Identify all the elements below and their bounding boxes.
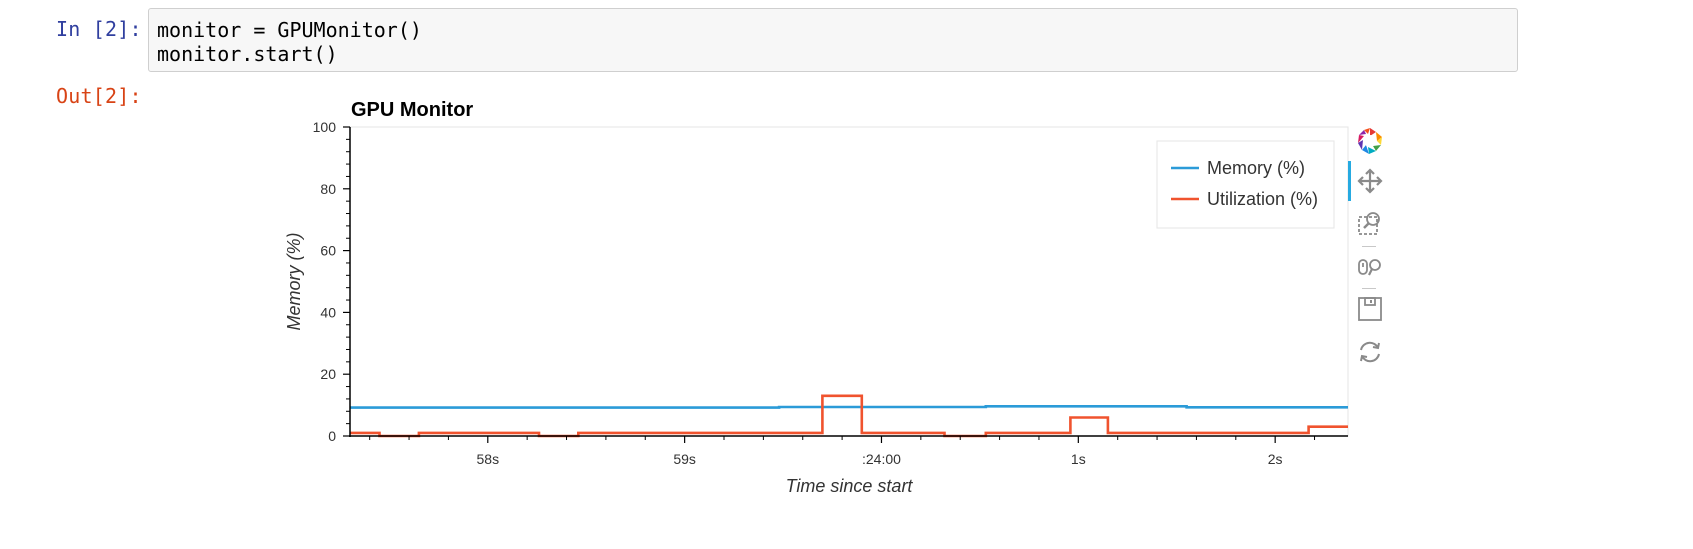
series-line-0: [350, 404, 1348, 409]
y-tick-label: 100: [313, 119, 337, 135]
pan-icon[interactable]: [1352, 164, 1388, 198]
x-tick-label: :24:00: [862, 451, 901, 467]
plot-toolbar: [1348, 124, 1390, 374]
box-zoom-icon[interactable]: [1352, 206, 1388, 240]
legend: Memory (%) Utilization (%): [1156, 140, 1335, 229]
series-line-1: [350, 394, 1348, 438]
wheel-zoom-icon[interactable]: [1352, 250, 1388, 284]
legend-entry-label: Utilization (%): [1207, 189, 1318, 209]
y-tick-label: 0: [328, 428, 336, 444]
x-tick-label: 1s: [1071, 451, 1086, 467]
y-tick-label: 80: [320, 181, 336, 197]
y-axis-label: Memory (%): [284, 233, 304, 331]
legend-entry-label: Memory (%): [1207, 158, 1305, 178]
chart-title: GPU Monitor: [351, 99, 473, 121]
series-layer: [350, 394, 1348, 438]
bokeh-logo-icon[interactable]: [1352, 124, 1388, 158]
gpu-monitor-chart[interactable]: GPU Monitor 0 20 40 60 80 100 58s 59s :24:00 1s 2s…: [0, 0, 1693, 549]
legend-box: [1156, 140, 1335, 229]
y-tick-label: 60: [320, 243, 336, 259]
y-tick-label: 40: [320, 304, 336, 320]
active-tool-indicator: [1348, 161, 1351, 201]
x-tick-label: 59s: [673, 451, 696, 467]
x-axis-label: Time since start: [786, 476, 914, 496]
y-tick-label: 20: [320, 366, 336, 382]
save-icon[interactable]: [1352, 292, 1388, 326]
x-tick-label: 2s: [1268, 451, 1283, 467]
toolbar-separator: [1362, 288, 1376, 289]
reset-icon[interactable]: [1352, 335, 1388, 369]
x-tick-label: 58s: [477, 451, 500, 467]
toolbar-separator: [1362, 246, 1376, 247]
